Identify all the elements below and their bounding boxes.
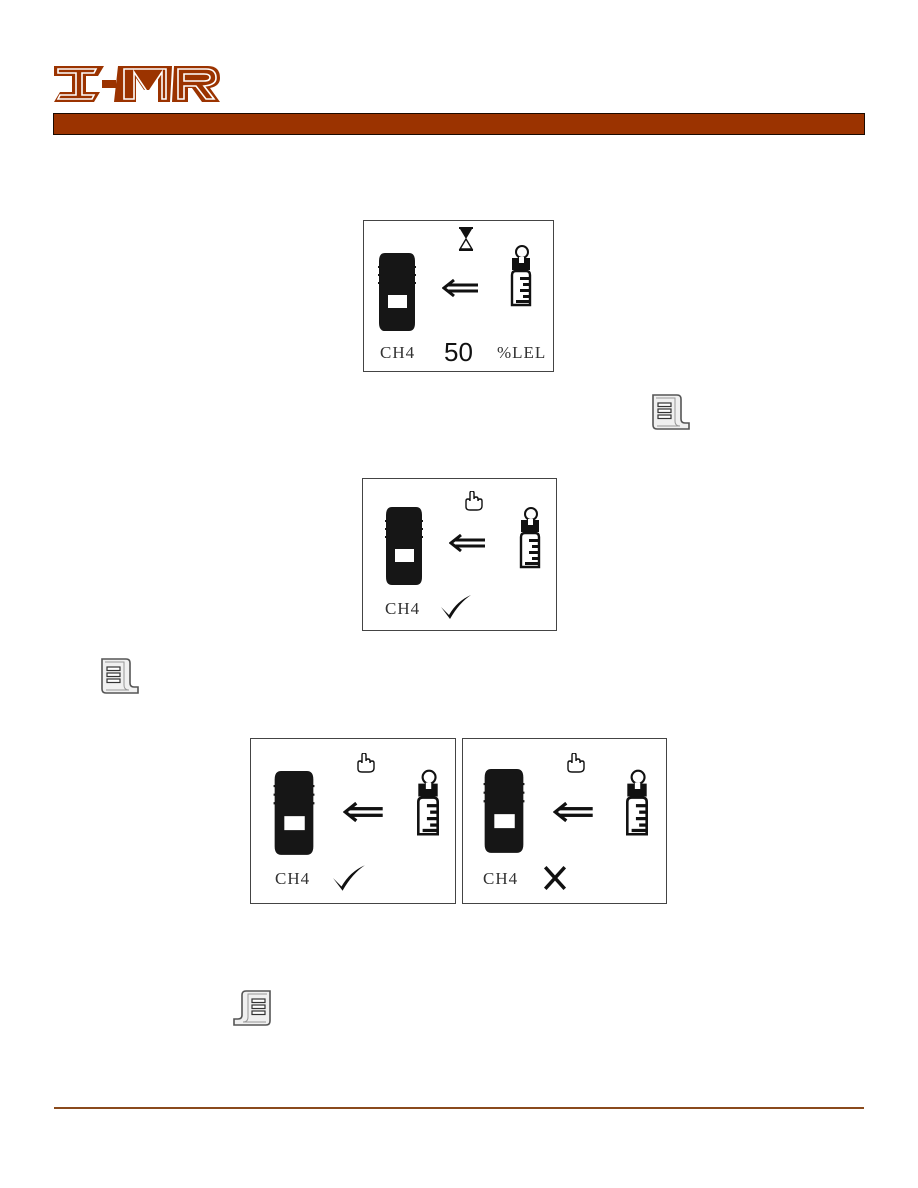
left-arrow-icon bbox=[449, 533, 487, 553]
lcd-screen-calibrating: CH4 50 %LEL bbox=[363, 220, 554, 372]
checkmark-icon bbox=[333, 865, 365, 891]
gas-value: 50 bbox=[444, 337, 473, 367]
hourglass-icon bbox=[458, 227, 474, 251]
x-mark-icon bbox=[543, 865, 567, 891]
lcd-screen-pass: CH4 bbox=[250, 738, 456, 904]
hand-pointer-icon bbox=[567, 753, 585, 773]
hand-pointer-icon bbox=[465, 491, 483, 511]
left-arrow-icon bbox=[343, 801, 385, 823]
detector-icon bbox=[378, 253, 416, 332]
left-arrow-icon bbox=[553, 801, 595, 823]
header-bar bbox=[53, 113, 865, 135]
detector-icon bbox=[385, 507, 423, 586]
imr-logo bbox=[54, 66, 220, 102]
gas-label: CH4 bbox=[483, 869, 519, 888]
checkmark-icon bbox=[441, 595, 471, 619]
hand-pointer-icon bbox=[357, 753, 375, 773]
left-arrow-icon bbox=[442, 278, 480, 298]
gas-label: CH4 bbox=[275, 869, 311, 888]
lcd-screen-fail: CH4 bbox=[462, 738, 667, 904]
menu-key-icon bbox=[233, 990, 271, 1026]
menu-key-icon bbox=[652, 394, 690, 430]
lcd-screen-complete: CH4 bbox=[362, 478, 557, 631]
detector-icon bbox=[273, 771, 315, 856]
gas-cylinder-icon bbox=[417, 769, 439, 836]
detector-icon bbox=[483, 769, 525, 854]
footer-divider bbox=[54, 1107, 864, 1109]
gas-cylinder-icon bbox=[519, 506, 541, 569]
gas-unit: %LEL bbox=[497, 343, 547, 362]
gas-label: CH4 bbox=[380, 343, 416, 362]
menu-key-icon bbox=[101, 658, 139, 694]
gas-cylinder-icon bbox=[510, 245, 532, 307]
gas-label: CH4 bbox=[385, 599, 421, 618]
gas-cylinder-icon bbox=[626, 769, 648, 836]
